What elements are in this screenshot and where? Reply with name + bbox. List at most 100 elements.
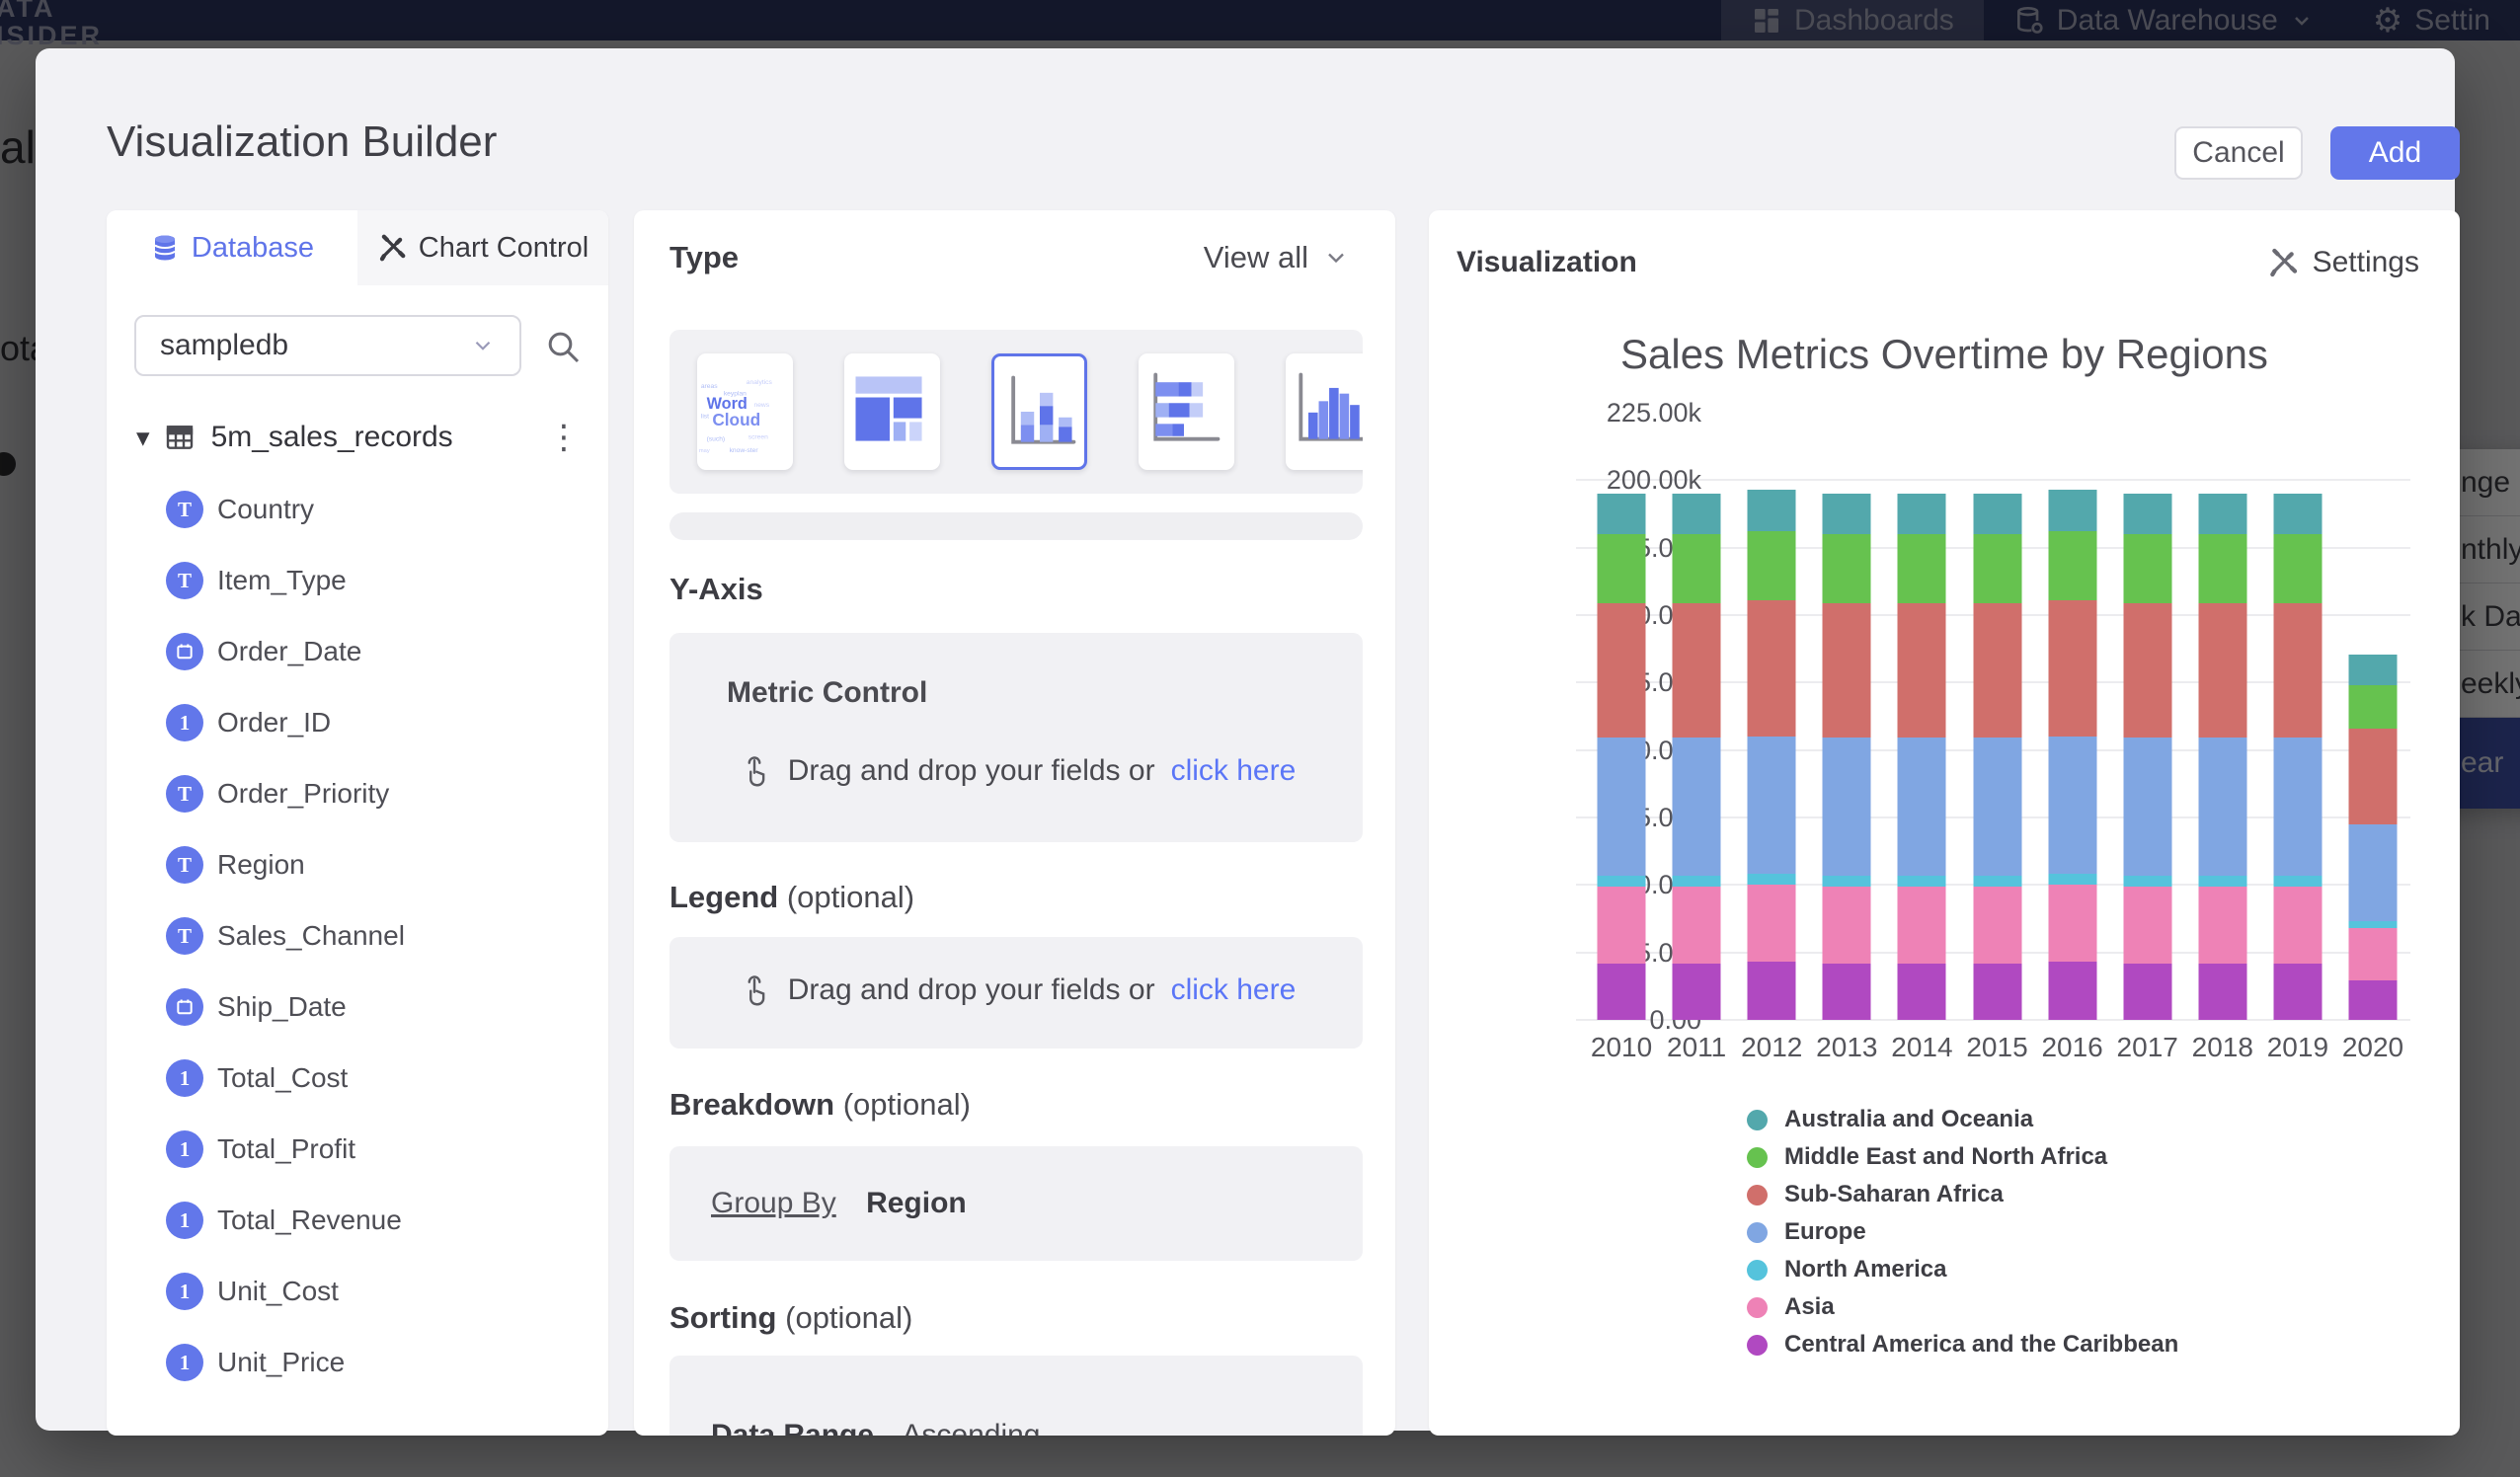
tab-database[interactable]: Database [107,210,357,285]
visualization-builder-modal: Visualization Builder Cancel Add Databas… [36,48,2455,1431]
chart-legend: Australia and OceaniaMiddle East and Nor… [1747,1101,2178,1363]
chart-type-scrollbar[interactable] [669,512,1363,540]
bar-segment [1598,876,1646,887]
chart-type-histogram[interactable] [1286,353,1363,470]
bar-slot [2110,413,2185,1020]
legend-item[interactable]: Central America and the Caribbean [1747,1326,2178,1363]
field-name: Unit_Cost [217,1276,339,1307]
bar-segment [1673,964,1721,1020]
legend-item[interactable]: Middle East and North Africa [1747,1138,2178,1176]
database-select[interactable]: sampledb [134,315,521,376]
bar-segment [1898,534,1946,603]
click-here-link[interactable]: click here [1171,973,1297,1007]
chart-type-stacked-column[interactable] [991,353,1087,470]
click-here-link[interactable]: click here [1171,754,1297,788]
caret-down-icon[interactable]: ▾ [136,423,150,453]
field-row[interactable]: TSales_Channel [107,900,608,972]
sorting-direction[interactable]: Ascending [902,1419,1040,1436]
bar-segment [1973,494,2021,534]
legend-item[interactable]: Sub-Saharan Africa [1747,1176,2178,1213]
add-button[interactable]: Add [2330,126,2460,180]
legend-item[interactable]: Australia and Oceania [1747,1101,2178,1138]
tab-label: Chart Control [419,232,589,265]
bar-slot [1584,413,1659,1020]
chart-type-stacked-bar-horizontal[interactable] [1139,353,1234,470]
breakdown-box[interactable]: Group By Region [669,1146,1363,1261]
bar-segment [2198,964,2246,1020]
bar-segment [1973,964,2021,1020]
field-row[interactable]: TOrder_Priority [107,758,608,829]
chart-type-treemap[interactable] [844,353,940,470]
text-field-icon: T [166,491,203,528]
table-tree-item[interactable]: ▾ 5m_sales_records ⋮ [107,414,608,461]
sorting-heading: Sorting (optional) [669,1300,912,1336]
cancel-button[interactable]: Cancel [2174,126,2303,180]
bar-segment [1598,534,1646,603]
group-by-label[interactable]: Group By [711,1187,836,1219]
drop-hint: Drag and drop your fields or click here [669,972,1363,1008]
panel-tabs: Database Chart Control [107,210,608,285]
bar-segment [1898,876,1946,887]
field-row[interactable]: 1Total_Revenue [107,1185,608,1256]
bar-segment [2273,887,2322,964]
tab-chart-control[interactable]: Chart Control [357,210,608,285]
sorting-field[interactable]: Data Range [711,1419,874,1436]
sorting-box[interactable]: Data Range Ascending [669,1356,1363,1436]
field-row[interactable]: 1Total_Profit [107,1114,608,1185]
chart-type-word-cloud[interactable]: areasanalyticskeyplanWordnewslistCloud(s… [697,353,793,470]
legend-item[interactable]: North America [1747,1251,2178,1288]
bar-segment [1748,962,1796,1020]
group-by-value[interactable]: Region [866,1187,967,1219]
bar-segment [1673,738,1721,875]
field-row[interactable]: 1Unit_Price [107,1327,608,1398]
metric-control-dropzone[interactable]: Metric Control Drag and drop your fields… [669,633,1363,842]
field-row[interactable]: 1Unit_Cost [107,1256,608,1327]
bar-segment [2348,824,2397,921]
field-row[interactable]: TRegion [107,829,608,900]
svg-text:(such): (such) [707,436,726,443]
bar-segment [1598,738,1646,875]
tools-icon [2267,247,2299,278]
field-name: Item_Type [217,565,347,596]
number-field-icon: 1 [166,1202,203,1239]
field-name: Order_Priority [217,778,389,810]
settings-button[interactable]: Settings [2267,246,2419,279]
bar-segment [1973,887,2021,964]
bar-slot [2335,413,2410,1020]
svg-text:news: news [753,402,769,409]
field-name: Unit_Price [217,1347,345,1378]
bar-segment [2123,738,2171,875]
legend-heading: Legend (optional) [669,880,914,915]
field-row[interactable]: 1Order_ID [107,687,608,758]
view-all-label: View all [1204,240,1308,275]
field-row[interactable]: TItem_Type [107,545,608,616]
bar-segment [1898,603,1946,738]
search-icon[interactable] [543,327,583,366]
bar-segment [2348,980,2397,1020]
legend-dropzone[interactable]: Drag and drop your fields or click here [669,937,1363,1049]
chart-title: Sales Metrics Overtime by Regions [1429,331,2460,378]
field-row[interactable]: 1Total_Cost [107,1043,608,1114]
settings-label: Settings [2313,246,2419,279]
view-all-button[interactable]: View all [1204,240,1350,275]
text-field-icon: T [166,846,203,884]
database-icon [150,233,180,263]
field-row[interactable]: Ship_Date [107,972,608,1043]
bar-segment [1973,876,2021,887]
stacked-bar-2016 [2048,490,2096,1020]
kebab-menu-icon[interactable]: ⋮ [547,418,581,457]
field-row[interactable]: TCountry [107,474,608,545]
bar-segment [1598,494,1646,534]
legend-dot [1747,1260,1768,1281]
bar-segment [2273,738,2322,875]
legend-item[interactable]: Europe [1747,1213,2178,1251]
field-row[interactable]: Order_Date [107,616,608,687]
group-by-row: Group By Region [711,1187,967,1220]
stacked-bar-2013 [1823,494,1871,1020]
bar-segment [1898,964,1946,1020]
svg-text:screen: screen [748,434,768,441]
bar-segment [2198,738,2246,875]
field-name: Ship_Date [217,991,347,1023]
bar-segment [2198,603,2246,738]
legend-item[interactable]: Asia [1747,1288,2178,1326]
